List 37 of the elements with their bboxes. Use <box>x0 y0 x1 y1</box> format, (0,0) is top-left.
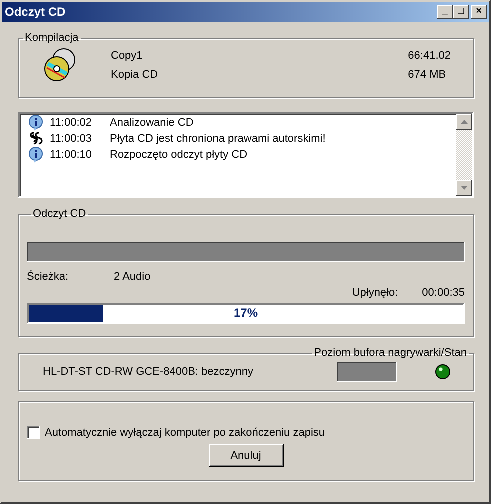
elapsed-label: Upłynęło: <box>352 287 398 299</box>
group-label: Odczyt CD <box>32 208 88 220</box>
shutdown-label: Automatycznie wyłączaj komputer po zakończeniu zapisu <box>45 426 326 438</box>
status-led-icon <box>435 364 451 380</box>
track-label: Ścieżka: <box>27 271 70 283</box>
group-label: Kompilacja <box>24 32 80 44</box>
buffer-meter <box>337 362 397 382</box>
compilation-size: 674 MB <box>408 68 448 80</box>
log-message: Rozpoczęto odczyt płyty CD <box>110 149 248 161</box>
close-button[interactable]: × <box>471 5 487 19</box>
shutdown-checkbox[interactable] <box>27 426 40 439</box>
compilation-name: Copy1 <box>111 50 144 62</box>
scrollbar[interactable] <box>456 114 472 196</box>
track-value: 2 Audio <box>114 271 151 283</box>
scroll-up-button[interactable] <box>456 114 472 130</box>
maximize-button[interactable]: □ <box>453 5 469 19</box>
compilation-type: Kopia CD <box>111 68 158 80</box>
down-arrow-icon <box>460 186 468 190</box>
group-label: Poziom bufora nagrywarki/Stan <box>313 347 468 359</box>
log-message: Płyta CD jest chroniona prawami autorskimi! <box>110 133 326 145</box>
info-icon <box>28 147 44 163</box>
section-sign-icon <box>28 131 44 147</box>
log-time: 11:00:03 <box>50 133 94 145</box>
log-time: 11:00:02 <box>50 117 94 129</box>
info-icon <box>28 115 44 131</box>
cd-icon <box>43 48 77 82</box>
window-title: Odczyt CD <box>5 5 66 19</box>
log-time: 11:00:10 <box>50 149 94 161</box>
progress-percent: 17% <box>234 306 258 320</box>
device-status: HL-DT-ST CD-RW GCE-8400B: bezczynny <box>43 366 254 378</box>
cancel-button[interactable]: Anuluj <box>208 444 284 467</box>
scroll-down-button[interactable] <box>456 180 472 196</box>
elapsed-value: 00:00:35 <box>422 287 465 299</box>
up-arrow-icon <box>460 120 468 124</box>
log-message: Analizowanie CD <box>110 117 194 129</box>
minimize-button[interactable]: _ <box>437 5 453 19</box>
compilation-duration: 66:41.02 <box>408 50 451 62</box>
